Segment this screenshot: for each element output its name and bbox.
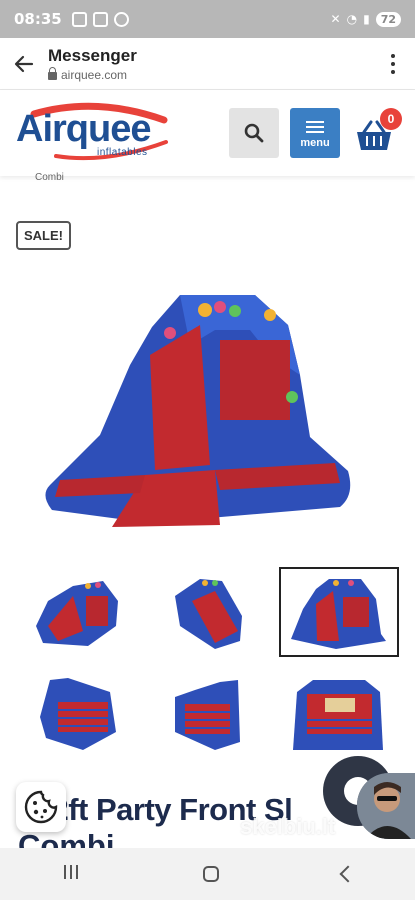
signal-icon: ▮ [363,12,370,26]
status-time: 08:35 [14,10,62,28]
gallery-notification-icon [71,11,87,27]
nav-back-button[interactable] [339,865,356,883]
mute-icon: ✕ [330,12,341,26]
product-thumbnail-4[interactable] [28,672,138,756]
product-thumbnail-2[interactable] [160,571,270,655]
in-app-browser-bar: Messenger airquee.com [0,38,415,90]
menu-label: menu [300,136,330,149]
person-photo-icon [357,773,415,839]
browser-url: airquee.com [48,67,371,82]
site-header: Airquee inflatables menu 0 [0,90,415,176]
more-options-button[interactable] [371,53,415,74]
browser-url-text: airquee.com [61,67,128,82]
cookie-icon [24,790,58,824]
logo-subtitle: inflatables [97,147,148,158]
search-icon [244,123,264,143]
battery-indicator: 72 [375,11,401,27]
screenshot-notification-icon [92,11,108,27]
messenger-notification-icon [113,11,129,27]
home-button[interactable] [202,866,219,882]
breadcrumb[interactable]: Combi [35,172,64,183]
browser-title: Messenger [48,45,137,65]
cart-button[interactable]: 0 [354,108,404,158]
status-bar: 08:35 ✕ ◔ ▮ 72 [0,0,415,38]
product-main-image[interactable] [40,285,360,535]
product-thumbnail-3-selected[interactable] [279,567,399,657]
cart-count-badge: 0 [380,108,402,130]
sale-badge: SALE! [16,221,71,250]
kebab-dot-icon [391,61,395,66]
wifi-icon: ◔ [346,12,358,26]
skelbiu-watermark: skelbiu.lt [240,814,336,839]
kebab-dot-icon [391,69,395,74]
site-logo[interactable]: Airquee inflatables [16,102,176,162]
hamburger-icon [306,118,324,136]
menu-button[interactable]: menu [290,108,340,158]
product-thumbnail-3-image [291,579,386,649]
arrow-left-icon [14,55,34,72]
product-thumbnail-6[interactable] [285,672,395,756]
product-thumbnail-1[interactable] [28,571,138,655]
back-button[interactable] [0,52,48,76]
cookie-settings-button[interactable] [16,782,66,832]
product-thumbnail-5[interactable] [160,672,270,756]
logo-text: Airquee [16,108,151,150]
android-nav-bar [0,848,415,900]
lock-icon [48,67,57,80]
kebab-dot-icon [391,53,395,58]
recent-apps-button[interactable] [62,864,80,884]
search-button[interactable] [229,108,279,158]
chat-head-avatar[interactable] [357,773,415,839]
